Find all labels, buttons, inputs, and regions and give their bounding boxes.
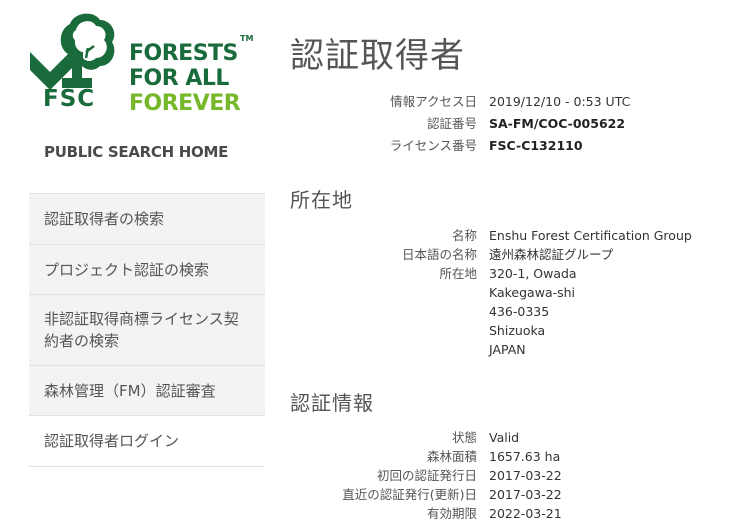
address-row-address: 所在地 320-1, Owada: [290, 264, 740, 283]
field-label: 日本語の名称: [401, 247, 477, 262]
field-value: 320-1, Owada: [489, 266, 577, 281]
field-value: Kakegawa-shi: [489, 285, 576, 300]
public-search-home-link[interactable]: PUBLIC SEARCH HOME: [44, 143, 228, 161]
section-title-address: 所在地: [290, 188, 353, 212]
address-row-name: 名称 Enshu Forest Certification Group: [290, 226, 740, 245]
field-label: 情報アクセス日: [390, 94, 477, 109]
sidebar-item-fm-certification-audit[interactable]: 森林管理（FM）認証審査: [29, 366, 265, 416]
field-value: 1657.63 ha: [489, 449, 561, 464]
field-label: 有効期限: [426, 506, 477, 521]
address-row-prefecture: Shizuoka: [290, 321, 740, 340]
info-row-license-code: ライセンス番号 FSC-C132110: [290, 136, 740, 155]
address-row-postal-code: 436-0335: [290, 302, 740, 321]
page-title: 認証取得者: [290, 36, 465, 76]
field-value: JAPAN: [489, 342, 526, 357]
sidebar-item-label: プロジェクト認証の検索: [44, 260, 210, 279]
field-value: 2017-03-22: [489, 468, 562, 483]
field-value: Valid: [489, 430, 520, 445]
field-label: 森林面積: [426, 449, 477, 464]
sidebar-item-non-certified-licensee-search[interactable]: 非認証取得商標ライセンス契約者の検索: [29, 295, 265, 366]
field-value: 遠州森林認証グループ: [489, 247, 614, 262]
field-value: Shizuoka: [489, 323, 546, 338]
field-label: 状態: [451, 430, 477, 445]
fsc-tagline: FORESTS FOR ALL FOREVER: [129, 41, 241, 116]
info-row-certificate-code: 認証番号 SA-FM/COC-005622: [290, 114, 740, 133]
address-row-country: JAPAN: [290, 340, 740, 359]
field-value: FSC-C132110: [489, 138, 583, 153]
sidebar-item-certificate-holder-search[interactable]: 認証取得者の検索: [29, 194, 265, 245]
cert-row-latest-issue-date: 直近の認証発行(更新)日 2017-03-22: [290, 485, 740, 504]
cert-row-expiry-date: 有効期限 2022-03-21: [290, 504, 740, 523]
fsc-logo[interactable]: FSC FORESTS FOR ALL FOREVER TM: [28, 8, 268, 116]
sidebar-item-label: 非認証取得商標ライセンス契約者の検索: [44, 310, 239, 350]
info-row-access-date: 情報アクセス日 2019/12/10 - 0:53 UTC: [290, 92, 740, 111]
address-row-city: Kakegawa-shi: [290, 283, 740, 302]
section-title-certificate-info: 認証情報: [290, 391, 374, 415]
cert-row-first-issue-date: 初回の認証発行日 2017-03-22: [290, 466, 740, 485]
address-row-japanese-name: 日本語の名称 遠州森林認証グループ: [290, 245, 740, 264]
field-label: 直近の認証発行(更新)日: [342, 487, 477, 502]
sidebar-item-project-certification-search[interactable]: プロジェクト認証の検索: [29, 245, 265, 295]
field-value: 2022-03-21: [489, 506, 562, 521]
field-label: 初回の認証発行日: [376, 468, 477, 483]
sidebar-item-label: 認証取得者ログイン: [44, 432, 180, 450]
sidebar-item-label: 森林管理（FM）認証審査: [44, 381, 216, 400]
cert-row-forest-area: 森林面積 1657.63 ha: [290, 447, 740, 466]
tagline-line-2: FOR ALL: [129, 66, 229, 91]
field-label: ライセンス番号: [389, 138, 477, 153]
field-value: SA-FM/COC-005622: [489, 116, 626, 131]
sidebar-item-certificate-holder-login[interactable]: 認証取得者ログイン: [29, 416, 265, 467]
tagline-line-3: FOREVER: [129, 91, 241, 116]
field-value: Enshu Forest Certification Group: [489, 228, 692, 243]
field-label: 所在地: [439, 266, 477, 281]
field-value: 2017-03-22: [489, 487, 562, 502]
sidebar-item-label: 認証取得者の検索: [44, 210, 165, 228]
trademark-mark: TM: [240, 34, 254, 43]
tagline-line-1: FORESTS: [129, 41, 238, 66]
fsc-wordmark: FSC: [43, 86, 96, 112]
cert-row-status: 状態 Valid: [290, 428, 740, 447]
field-label: 名称: [451, 228, 477, 243]
field-label: 認証番号: [426, 116, 477, 131]
field-value: 436-0335: [489, 304, 550, 319]
field-value: 2019/12/10 - 0:53 UTC: [489, 94, 631, 109]
sidebar-nav: 認証取得者の検索 プロジェクト認証の検索 非認証取得商標ライセンス契約者の検索 …: [29, 193, 265, 467]
